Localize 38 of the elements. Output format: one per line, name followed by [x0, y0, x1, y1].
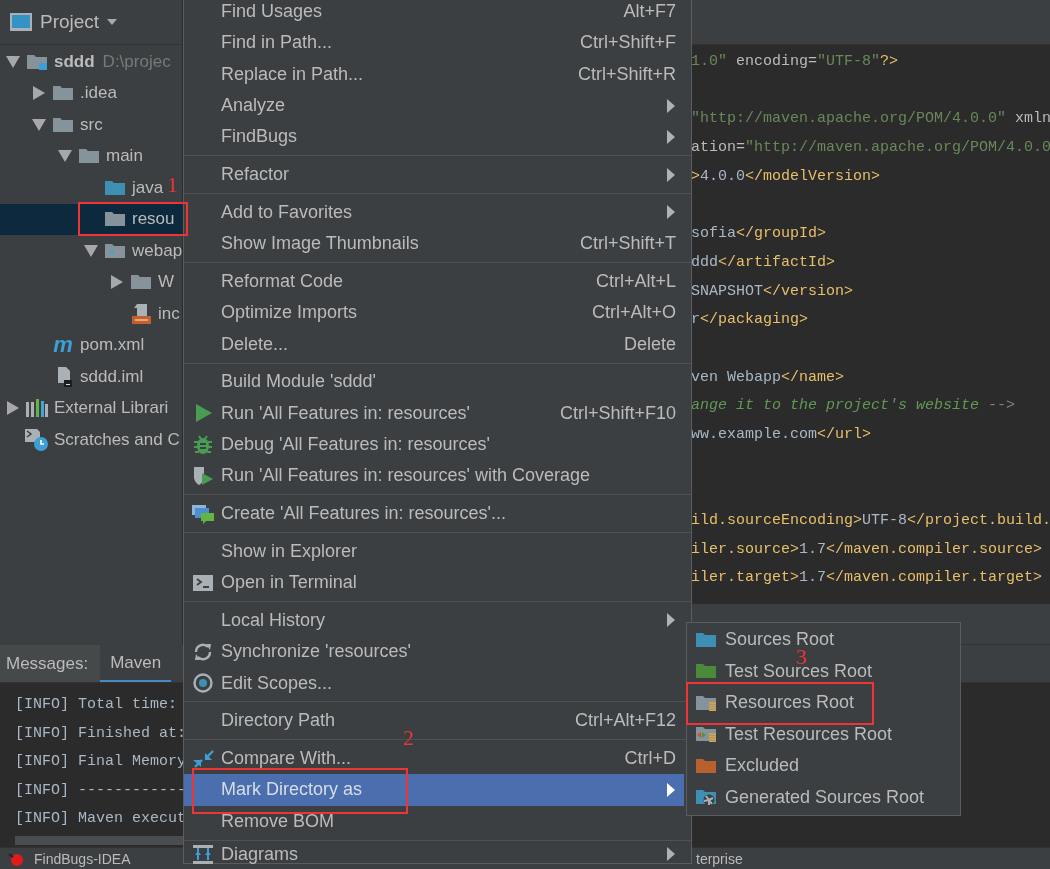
tree-label: .idea: [80, 83, 117, 104]
callout-number: 1: [167, 174, 178, 196]
log-line: [INFO] Finished at:: [15, 723, 187, 744]
tree-label: java: [132, 177, 164, 198]
log-line: [INFO] Total time:: [15, 695, 178, 715]
log-line: [INFO] ------------: [15, 780, 187, 801]
tool-window-title: Messages:: [0, 645, 101, 682]
callout-number: 3: [796, 646, 807, 668]
code-line: iler.target>1.7</maven.compiler.target>: [691, 568, 1044, 589]
tree-label: webap: [132, 240, 182, 261]
tree-label: External Librari: [54, 398, 169, 419]
code-line: ven Webapp</name>: [691, 367, 846, 388]
log-line: [INFO] Maven execut: [15, 809, 187, 830]
code-line: >4.0.0</modelVersion>: [691, 166, 882, 187]
code-line: ild.sourceEncoding>UTF-8</project.build.: [691, 511, 1050, 531]
code-line: iler.source>1.7</maven.compiler.source>: [691, 539, 1044, 560]
tree-label: main: [106, 146, 143, 167]
code-line: ww.example.com</url>: [691, 424, 873, 445]
tree-label: inc: [158, 303, 180, 324]
code-line: "http://maven.apache.org/POM/4.0.0" xmln: [691, 109, 1050, 130]
tree-label: sddd: [54, 51, 95, 72]
tree-label: sddd.iml: [80, 366, 144, 387]
tree-label: pom.xml: [80, 335, 145, 356]
code-line: ange it to the project's website -->: [691, 396, 1017, 417]
code-line: ation="http://maven.apache.org/POM/4.0.0: [691, 138, 1050, 159]
code-line: sofia</groupId>: [691, 224, 828, 245]
tree-label: Scratches and C: [54, 429, 180, 450]
code-line: ddd</artifactId>: [691, 252, 837, 273]
maven-icon: m: [53, 334, 73, 357]
code-line: SNAPSHOT</version>: [691, 281, 855, 302]
log-line: [INFO] Final Memory: [15, 752, 187, 773]
callout-number: 2: [403, 727, 414, 749]
project-path: D:\projec: [102, 51, 171, 72]
tree-label: resou: [132, 209, 175, 230]
tree-label: W: [158, 272, 175, 293]
code-line: 1.0" encoding="UTF-8"?>: [691, 52, 900, 72]
tree-label: src: [80, 114, 103, 135]
code-line: r</packaging>: [691, 310, 810, 331]
